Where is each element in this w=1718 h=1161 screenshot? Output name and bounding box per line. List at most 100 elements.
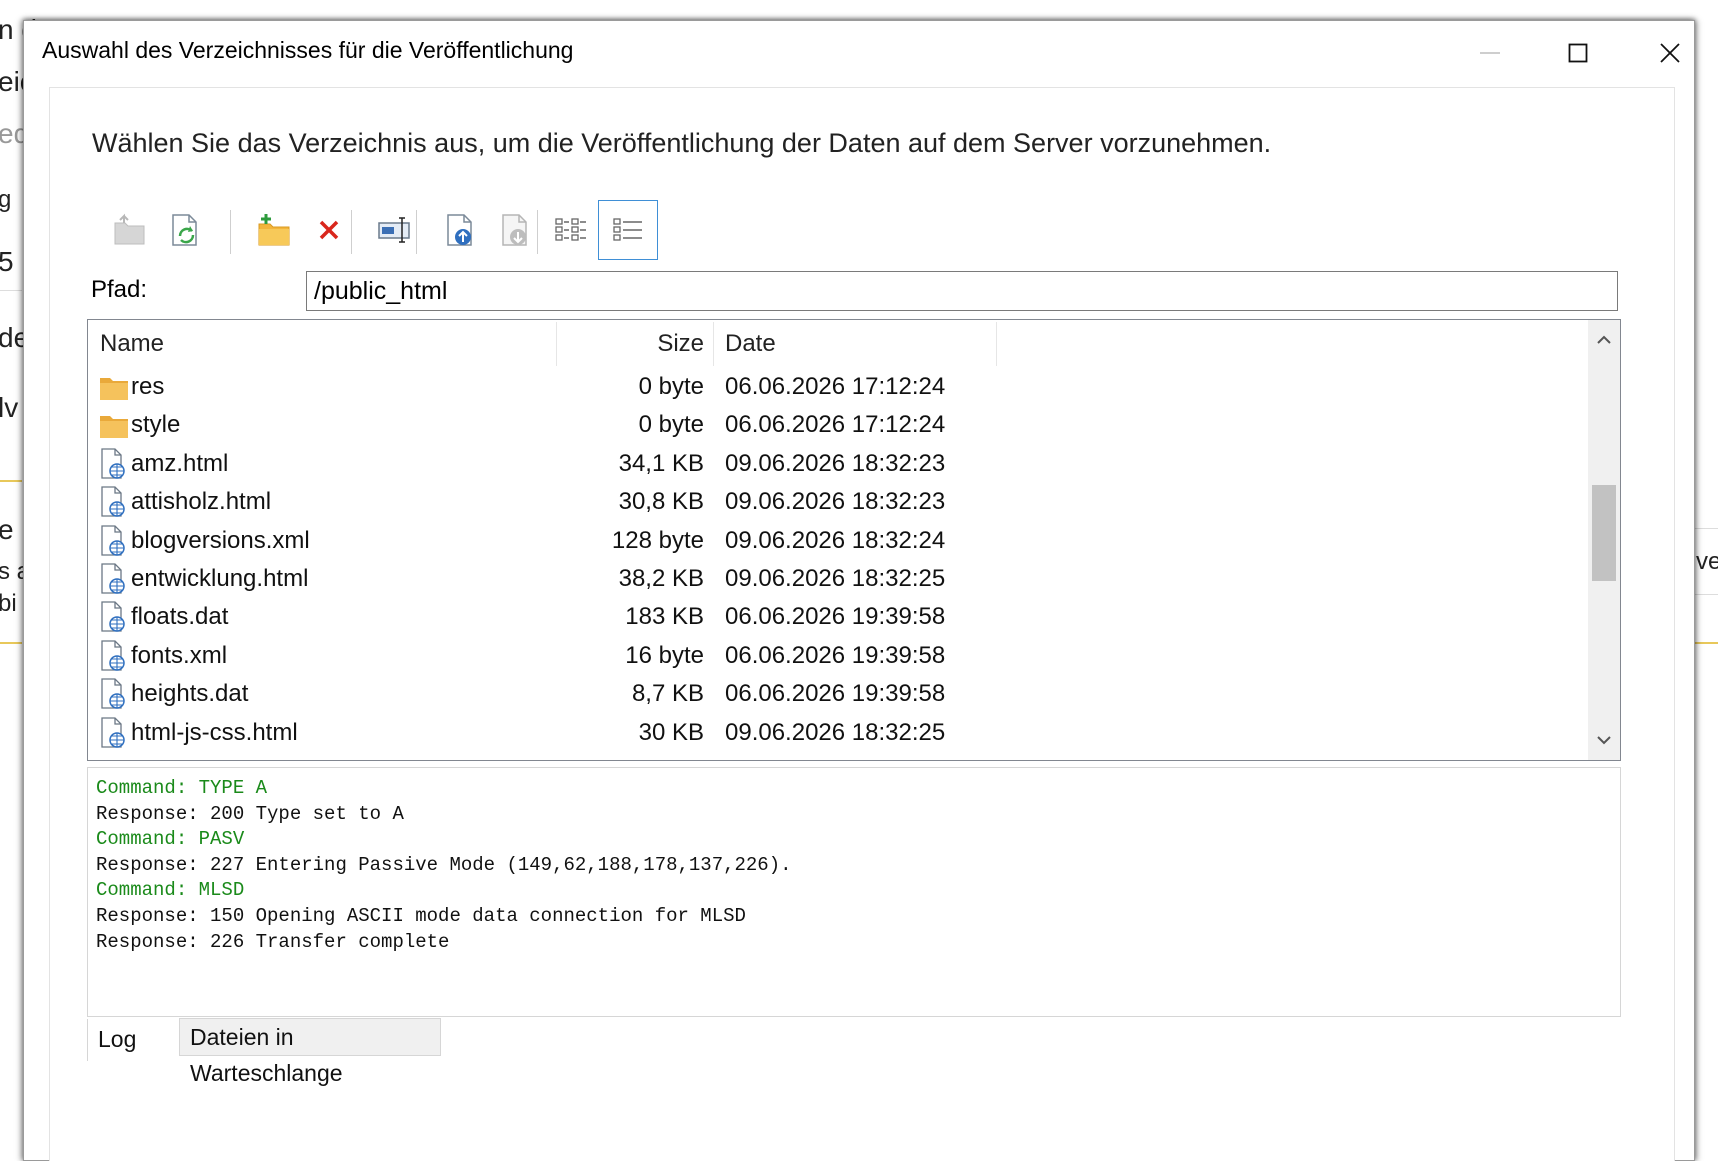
file-date: 09.06.2026 18:32:25 [725,718,946,746]
web-file-icon [101,640,125,671]
file-name: res [131,373,165,400]
column-header-size[interactable]: Size [558,320,704,366]
file-size: 38,2 KB [618,565,704,592]
file-date: 06.06.2026 17:12:24 [725,373,946,400]
file-icon [98,716,130,750]
file-row[interactable]: fonts.xml 16 byte 06.06.2026 19:39:58 [88,635,1588,677]
scroll-down-button[interactable] [1588,720,1620,760]
file-icon [98,485,130,519]
file-date: 06.06.2026 19:39:58 [725,680,946,708]
upload-button[interactable] [430,200,490,260]
upload-icon [447,214,472,246]
file-date: 06.06.2026 19:39:58 [725,641,946,669]
delete-icon [319,220,339,240]
file-icon [98,562,130,596]
column-header-name[interactable]: Name [100,320,550,366]
log-line-command: Command: PASV [96,828,245,851]
web-file-icon [101,601,125,633]
background-text: bi [0,590,17,617]
rename-button[interactable] [364,200,424,260]
log-line-response: Response: 226 Transfer complete [96,930,450,953]
file-row[interactable]: heights.dat 8,7 KB 06.06.2026 19:39:58 [88,673,1588,715]
file-size: 16 byte [625,641,704,669]
scroll-up-button[interactable] [1588,320,1620,360]
minimize-button[interactable] [1444,21,1536,85]
file-icon [98,524,130,558]
toolbar [100,200,800,260]
log-line-response: Response: 200 Type set to A [96,802,404,825]
folder-icon [100,378,128,400]
instruction-text: Wählen Sie das Verzeichnis aus, um die V… [92,128,1272,158]
column-header-date[interactable]: Date [725,320,995,366]
background-text: ve [1696,548,1718,575]
scroll-thumb[interactable] [1592,485,1616,581]
path-label: Pfad: [91,276,148,303]
download-icon [502,214,527,246]
maximize-button[interactable] [1532,21,1624,85]
file-size: 183 KB [625,603,704,631]
file-size: 0 byte [638,411,704,439]
new-folder-icon [258,214,290,246]
web-file-icon [101,524,125,556]
close-button[interactable] [1624,21,1716,85]
file-name: floats.dat [131,603,229,631]
bottom-tabs: Log Dateien in Warteschlange [87,1018,687,1086]
file-name: html-js-css.html [131,718,298,746]
file-row[interactable]: amz.html 34,1 KB 09.06.2026 18:32:23 [88,443,1588,485]
minimize-icon [1480,52,1500,54]
file-row[interactable]: html-js-css.html 30 KB 09.06.2026 18:32:25 [88,712,1588,754]
list-header: Name Size Date [88,320,1588,366]
folder-row[interactable]: res 0 byte 06.06.2026 17:12:24 [88,366,1588,408]
tab-log[interactable]: Log [87,1019,179,1061]
file-name: blogversions.xml [131,526,310,554]
file-name: style [131,411,181,439]
file-icon [98,600,130,634]
log-panel[interactable]: Command: TYPE A Response: 200 Type set to… [87,767,1621,1017]
window-title: Auswahl des Verzeichnisses für die Veröf… [42,37,574,63]
file-name: attisholz.html [131,488,272,516]
dialog-content: Wählen Sie das Verzeichnis aus, um die V… [49,87,1675,1161]
parent-folder-button[interactable] [100,200,160,260]
file-name: fonts.xml [131,641,228,669]
file-name: heights.dat [131,680,249,708]
file-size: 128 byte [611,526,704,554]
file-row[interactable]: entwicklung.html 38,2 KB 09.06.2026 18:32:… [88,558,1588,600]
close-icon [1660,43,1680,63]
file-name: amz.html [131,449,229,477]
log-line-command: Command: TYPE A [96,777,268,799]
refresh-button[interactable] [155,200,215,260]
download-button[interactable] [485,200,545,260]
file-list[interactable]: Name Size Date res 0 byte 06.06.2026 17:12… [87,319,1621,761]
file-date: 09.06.2026 18:32:24 [725,526,946,554]
web-file-icon [101,716,125,748]
file-size: 30 KB [638,718,704,746]
file-date: 09.06.2026 18:32:23 [725,449,946,477]
log-line-command: Command: MLSD [96,879,245,902]
vertical-scrollbar[interactable] [1588,320,1620,760]
file-row[interactable]: blogversions.xml 128 byte 09.06.2026 18:32… [88,520,1588,562]
details-view-button[interactable] [598,200,658,260]
web-file-icon [101,678,125,709]
maximize-icon [1568,43,1588,63]
web-file-icon [101,563,125,594]
chevron-down-icon [1597,736,1611,745]
folder-row[interactable]: style 0 byte 06.06.2026 17:12:24 [88,404,1588,446]
file-size: 8,7 KB [631,680,704,708]
file-size: 30,8 KB [618,488,704,516]
title-bar[interactable]: Auswahl des Verzeichnisses für die Veröf… [24,21,1694,85]
tab-queue[interactable]: Dateien in Warteschlange [179,1018,441,1086]
rename-icon [378,217,410,243]
path-input[interactable] [306,271,1618,311]
file-icon [98,639,130,673]
file-row[interactable]: attisholz.html 30,8 KB 09.06.2026 18:32:23 [88,481,1588,523]
file-date: 09.06.2026 18:32:25 [725,565,946,592]
file-size: 34,1 KB [618,449,704,477]
file-size: 0 byte [638,373,704,400]
log-line-response: Response: 227 Entering Passive Mode (149… [96,853,792,876]
chevron-up-icon [1597,335,1611,344]
list-view-button[interactable] [541,200,601,260]
new-folder-button[interactable] [244,200,304,260]
folder-icon [100,416,128,439]
file-row[interactable]: floats.dat 183 KB 06.06.2026 19:39:58 [88,596,1588,638]
delete-button[interactable] [299,200,359,260]
